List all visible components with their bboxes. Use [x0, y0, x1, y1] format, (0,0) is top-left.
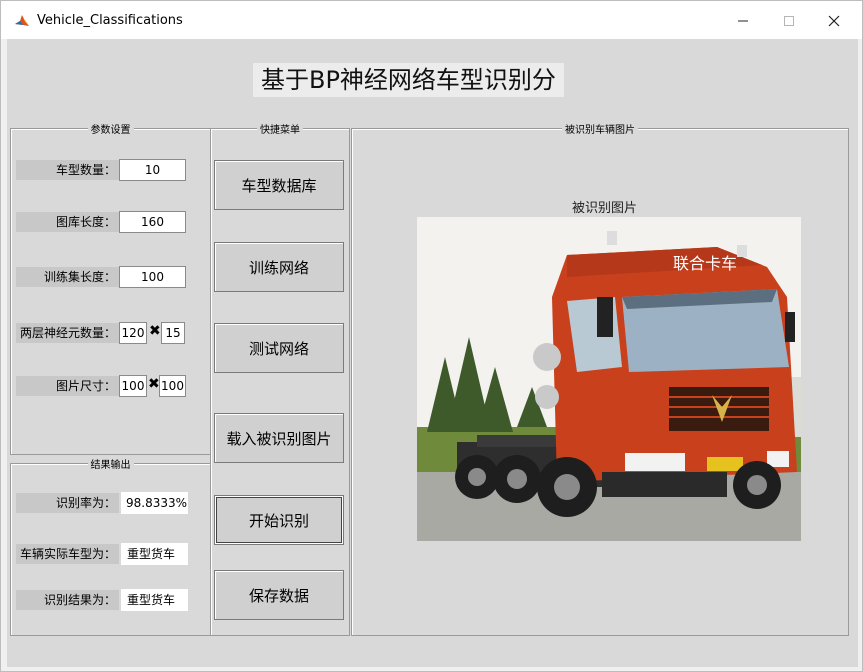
train-length-label: 训练集长度：	[16, 267, 119, 287]
library-length-label: 图库长度：	[16, 212, 119, 232]
image-width-field[interactable]: 100	[119, 375, 147, 397]
close-icon	[828, 15, 840, 27]
minimize-icon	[738, 20, 748, 22]
neurons-layer2-field[interactable]: 15	[161, 322, 185, 344]
times-icon: ✖	[149, 323, 161, 339]
truck-photo: 联合卡车	[417, 217, 801, 541]
recognition-rate-value: 98.8333%	[121, 492, 188, 514]
matlab-app-icon	[15, 15, 29, 26]
maximize-button[interactable]	[766, 7, 812, 35]
library-length-field[interactable]: 160	[119, 211, 186, 233]
results-panel-title: 结果输出	[87, 460, 134, 471]
actual-type-label: 车辆实际车型为：	[16, 544, 119, 564]
truck-brand-text: 联合卡车	[673, 254, 737, 273]
recognition-rate-label: 识别率为：	[16, 493, 119, 513]
vehicle-database-button[interactable]: 车型数据库	[214, 160, 344, 210]
image-panel-title: 被识别车辆图片	[562, 125, 638, 136]
result-type-value: 重型货车	[121, 589, 188, 611]
test-network-button[interactable]: 测试网络	[214, 323, 344, 373]
train-length-field[interactable]: 100	[119, 266, 186, 288]
actual-type-value: 重型货车	[121, 543, 188, 565]
result-type-label: 识别结果为：	[16, 590, 119, 610]
vehicle-count-field[interactable]: 10	[119, 159, 186, 181]
title-bar: Vehicle_Classifications	[1, 1, 862, 39]
load-image-button[interactable]: 载入被识别图片	[214, 413, 344, 463]
neurons-label: 两层神经元数量：	[16, 323, 119, 343]
minimize-button[interactable]	[720, 7, 766, 35]
params-panel-title: 参数设置	[87, 125, 134, 136]
image-caption: 被识别图片	[572, 201, 638, 216]
menu-panel-title: 快捷菜单	[257, 125, 303, 136]
vehicle-count-label: 车型数量：	[16, 160, 119, 180]
maximize-icon	[784, 16, 794, 26]
image-size-label: 图片尺寸：	[16, 376, 119, 396]
app-window: Vehicle_Classifications 基于BP神经网络车型识别分 参数…	[0, 0, 863, 672]
times-icon: ✖	[148, 376, 160, 392]
figure-area: 基于BP神经网络车型识别分 参数设置 车型数量： 10 图库长度： 160 训练…	[7, 39, 858, 667]
neurons-layer1-field[interactable]: 120	[119, 322, 147, 344]
close-button[interactable]	[811, 7, 857, 35]
start-recognition-button[interactable]: 开始识别	[214, 495, 344, 545]
train-network-button[interactable]: 训练网络	[214, 242, 344, 292]
window-title: Vehicle_Classifications	[37, 13, 183, 28]
page-title: 基于BP神经网络车型识别分	[253, 63, 564, 97]
image-height-field[interactable]: 100	[159, 375, 186, 397]
save-data-button[interactable]: 保存数据	[214, 570, 344, 620]
